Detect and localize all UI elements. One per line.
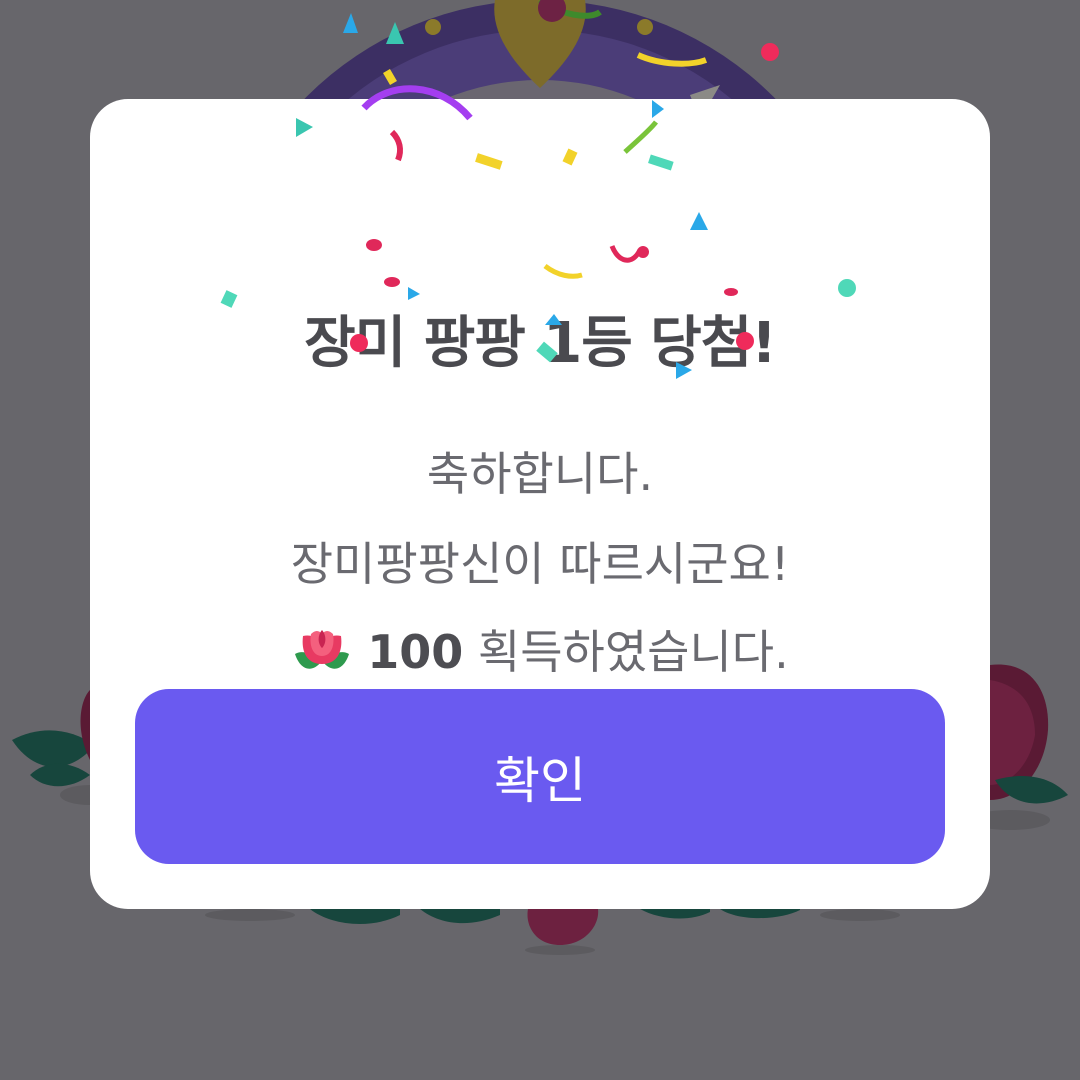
rose-decoration-bottom (205, 909, 900, 955)
reward-amount: 100 (367, 625, 464, 679)
rose-icon (291, 620, 353, 676)
reward-message: 100 획득하였습니다. (90, 617, 990, 687)
luck-message: 장미팡팡신이 따르시군요! (290, 537, 790, 591)
congrats-message: 축하합니다. (426, 447, 654, 501)
screen: 장미 팡팡 1등 당첨! 축하합니다. 장미팡팡신이 따르시군요! 100 획득… (0, 0, 1080, 1080)
win-result-dialog: 장미 팡팡 1등 당첨! 축하합니다. 장미팡팡신이 따르시군요! 100 획득… (90, 99, 990, 909)
confirm-button[interactable]: 확인 (135, 689, 945, 864)
reward-suffix: 획득하였습니다. (463, 625, 789, 679)
dialog-title: 장미 팡팡 1등 당첨! (304, 311, 777, 376)
